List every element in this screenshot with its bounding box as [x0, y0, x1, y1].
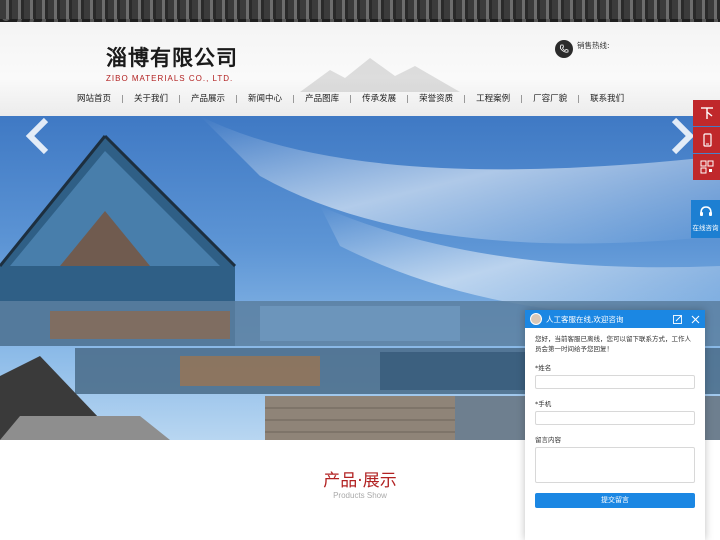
nav-item-honors[interactable]: 荣誉资质	[408, 92, 464, 106]
submit-message-button[interactable]: 提交留言	[535, 493, 695, 508]
online-consult-button[interactable]: 在线咨询	[691, 200, 720, 238]
sales-hotline: 销售热线:	[555, 40, 610, 58]
floating-sidebar	[693, 100, 720, 181]
online-consult-label: 在线咨询	[692, 224, 719, 232]
chat-title: 人工客服在线,欢迎咨询	[546, 314, 624, 324]
nav-item-news[interactable]: 新闻中心	[237, 92, 293, 106]
message-textarea[interactable]	[535, 447, 695, 483]
main-nav: 网站首页 关于我们 产品展示 新闻中心 产品图库 传承发展 荣誉资质 工程案例 …	[66, 92, 635, 106]
arrow-left-icon[interactable]	[24, 116, 54, 156]
phone-label: *手机	[535, 400, 552, 408]
nav-item-home[interactable]: 网站首页	[66, 92, 122, 106]
phone-field[interactable]	[535, 411, 695, 425]
name-label: *姓名	[535, 364, 552, 372]
chat-body: 您好，当前客服已离线，您可以留下联系方式，工作人员会第一时间给予您回复！ *姓名…	[525, 328, 705, 514]
roof-tiles-decoration	[0, 0, 720, 25]
message-label: 留言内容	[535, 436, 561, 444]
qrcode-button[interactable]	[693, 154, 720, 180]
chat-panel: 人工客服在线,欢迎咨询 您好，当前客服已离线，您可以留下联系方式，工作人员会第一…	[525, 310, 705, 540]
top-icon	[700, 107, 713, 119]
close-icon[interactable]	[690, 314, 700, 324]
nav-item-cases[interactable]: 工程案例	[465, 92, 521, 106]
hotline-label: 销售热线:	[577, 40, 610, 50]
mobile-icon	[702, 133, 712, 147]
logo[interactable]: 淄博有限公司 ZIBO MATERIALS CO., LTD.	[106, 42, 238, 83]
chat-header: 人工客服在线,欢迎咨询	[525, 310, 705, 328]
logo-name-en: ZIBO MATERIALS CO., LTD.	[106, 74, 234, 83]
site-header: 淄博有限公司 ZIBO MATERIALS CO., LTD. 销售热线: 网站…	[0, 22, 720, 116]
nav-item-heritage[interactable]: 传承发展	[351, 92, 407, 106]
chat-notice: 您好，当前客服已离线，您可以留下联系方式，工作人员会第一时间给予您回复！	[535, 335, 691, 353]
mobile-site-button[interactable]	[693, 127, 720, 153]
phone-icon	[555, 40, 573, 58]
nav-item-gallery[interactable]: 产品图库	[294, 92, 350, 106]
headset-icon	[699, 206, 712, 216]
minimize-icon[interactable]	[672, 314, 682, 324]
qrcode-icon	[700, 160, 713, 174]
nav-item-about[interactable]: 关于我们	[123, 92, 179, 106]
mountain-decoration	[300, 58, 460, 92]
name-field[interactable]	[535, 375, 695, 389]
nav-item-factory[interactable]: 厂容厂貌	[522, 92, 578, 106]
arrow-right-icon[interactable]	[666, 116, 696, 156]
nav-item-products[interactable]: 产品展示	[180, 92, 236, 106]
nav-item-contact[interactable]: 联系我们	[579, 92, 635, 106]
avatar	[530, 313, 542, 325]
back-to-top-button[interactable]	[693, 100, 720, 126]
logo-name-cn: 淄博有限公司	[106, 45, 238, 70]
